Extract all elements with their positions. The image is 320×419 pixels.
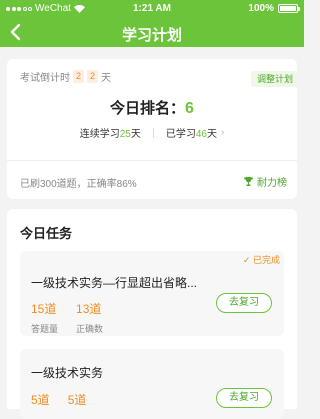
- countdown-unit: 天: [101, 73, 111, 84]
- exam-countdown: 考试倒计时 2 2 天: [20, 69, 111, 84]
- correct-count: 5道: [67, 393, 87, 407]
- completed-badge: ✓ 已完成: [243, 253, 280, 266]
- correct-label: 正确数: [76, 324, 104, 334]
- review-button[interactable]: 去复习: [216, 293, 272, 313]
- rank-label: 今日排名：: [110, 100, 186, 117]
- stats-divider: [152, 127, 154, 138]
- answered-count: 15道: [31, 302, 57, 316]
- progress-summary: 已刷300道题，正确率86%: [20, 179, 137, 190]
- endurance-label: 耐力榜: [257, 178, 287, 189]
- streak-label: 连续学习: [79, 129, 120, 140]
- answered-label: 答题量: [31, 324, 59, 334]
- studied-unit: 天: [206, 129, 217, 140]
- task-stats: 5道 5道: [31, 391, 86, 408]
- battery-icon: [278, 4, 300, 13]
- task-title: 一级技术实务: [31, 366, 104, 380]
- rank-value: 6: [185, 100, 194, 117]
- page-title: 学习计划: [121, 27, 182, 44]
- countdown-digit: 2: [73, 70, 84, 83]
- streak-stat: 连续学习25天: [80, 125, 141, 140]
- task-title: 一级技术实务—行显超出省略...: [31, 276, 198, 290]
- task-card[interactable]: ✓ 已完成 一级技术实务—行显超出省略... 15道答题量 13道正确数 去复习: [20, 251, 284, 336]
- studied-label: 已学习: [165, 129, 196, 140]
- battery-label: 100%: [248, 3, 274, 14]
- task-stats: 15道答题量 13道正确数: [31, 300, 103, 335]
- trophy-icon: [243, 177, 254, 186]
- check-icon: ✓: [242, 255, 251, 265]
- study-stats[interactable]: 连续学习25天 已学习46天 ›: [7, 125, 297, 140]
- completed-label: 已完成: [252, 255, 280, 265]
- correct-count: 13道: [76, 302, 102, 316]
- studied-value: 46: [195, 129, 207, 140]
- today-tasks-section: 今日任务 ✓ 已完成 一级技术实务—行显超出省略... 15道答题量 13道正确…: [7, 209, 297, 419]
- chevron-right-icon: ›: [220, 127, 225, 138]
- streak-unit: 天: [130, 129, 141, 140]
- studied-stat: 已学习46天: [166, 125, 217, 140]
- countdown-digit: 2: [87, 70, 98, 83]
- adjust-plan-button[interactable]: 调整计划: [250, 71, 297, 87]
- card-divider: [7, 160, 297, 161]
- task-card[interactable]: 一级技术实务 5道 5道 去复习: [20, 349, 284, 419]
- today-rank: 今日排名：6: [7, 97, 297, 118]
- review-button[interactable]: 去复习: [216, 388, 272, 408]
- streak-value: 25: [119, 129, 131, 140]
- plan-summary-card: 考试倒计时 2 2 天 调整计划 今日排名：6 连续学习25天 已学习46天 ›…: [7, 59, 297, 199]
- endurance-leaderboard-link[interactable]: 耐力榜: [243, 174, 287, 189]
- section-title: 今日任务: [20, 226, 73, 241]
- countdown-label: 考试倒计时: [20, 73, 70, 84]
- app-header: WeChat 1:21 AM 100% 学习计划: [0, 0, 304, 47]
- status-bar: WeChat 1:21 AM 100%: [0, 0, 304, 17]
- answered-count: 5道: [31, 393, 50, 407]
